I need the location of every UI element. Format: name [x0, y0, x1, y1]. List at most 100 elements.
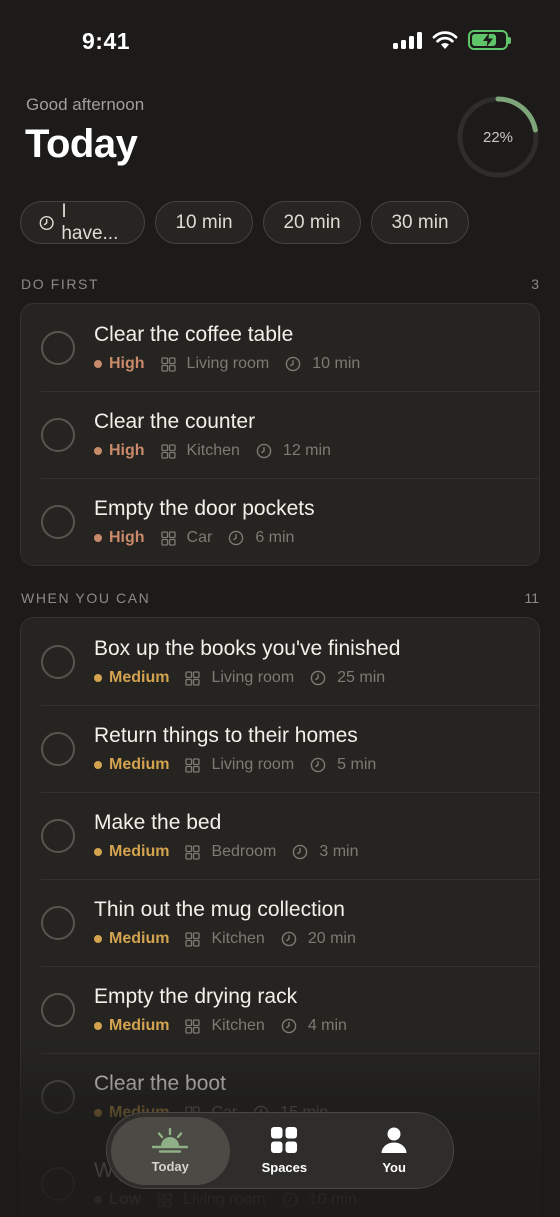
task-priority: Medium: [109, 930, 170, 947]
room-icon: [157, 1192, 172, 1208]
priority-dot-icon: [94, 761, 102, 769]
priority-dot-icon: [94, 1196, 102, 1204]
task-duration: 25 min: [337, 669, 386, 686]
task-room: Car: [186, 529, 213, 546]
room-icon: [185, 670, 201, 686]
task-meta: High Living room 10 min: [94, 355, 360, 373]
tab-label: Spaces: [261, 1160, 308, 1175]
task-room: Living room: [211, 669, 295, 686]
task-duration: 4 min: [307, 1017, 347, 1034]
task-row[interactable]: Clear the coffee table High Living room 10 …: [21, 304, 539, 391]
priority-dot-icon: [94, 360, 102, 368]
task-checkbox[interactable]: [41, 1080, 75, 1114]
task-meta: Medium Living room 5 min: [94, 756, 376, 774]
task-title: Clear the boot: [94, 1072, 226, 1095]
clock-icon: [310, 757, 326, 773]
clock-icon: [281, 1018, 297, 1034]
task-meta: Medium Kitchen 4 min: [94, 1017, 347, 1035]
task-room: Living room: [186, 355, 270, 372]
tab-label: Today: [151, 1159, 189, 1174]
battery-charging-icon: [468, 30, 511, 50]
task-row[interactable]: Make the bed Medium Bedroom 3 min: [21, 792, 539, 879]
section-label: DO FIRST: [21, 276, 100, 292]
tab-label: You: [382, 1160, 406, 1175]
tab-you[interactable]: You: [339, 1117, 449, 1185]
task-checkbox[interactable]: [41, 418, 75, 452]
task-checkbox[interactable]: [41, 993, 75, 1027]
room-icon: [185, 844, 201, 860]
task-duration: 10 min: [308, 1191, 357, 1208]
section-header-do-first: DO FIRST 3: [21, 276, 539, 292]
progress-label: 22%: [482, 128, 514, 146]
clock-icon: [256, 443, 272, 459]
time-available-chip[interactable]: I have...: [20, 201, 145, 244]
task-row[interactable]: Box up the books you've finished Medium Li…: [21, 618, 539, 705]
task-title: Empty the door pockets: [94, 497, 315, 520]
task-duration: 12 min: [282, 442, 331, 459]
task-checkbox[interactable]: [41, 505, 75, 539]
task-checkbox[interactable]: [41, 819, 75, 853]
room-icon: [160, 530, 176, 546]
task-room: Kitchen: [186, 442, 240, 459]
task-meta: Medium Kitchen 20 min: [94, 930, 356, 948]
task-title: Empty the drying rack: [94, 985, 298, 1008]
clock-icon: [228, 530, 244, 546]
task-priority: High: [109, 529, 145, 546]
task-checkbox[interactable]: [41, 331, 75, 365]
task-row[interactable]: Empty the drying rack Medium Kitchen 4 min: [21, 966, 539, 1053]
room-icon: [160, 443, 176, 459]
task-room: Kitchen: [211, 1017, 265, 1034]
task-checkbox[interactable]: [41, 1167, 75, 1201]
task-row[interactable]: Return things to their homes Medium Living…: [21, 705, 539, 792]
priority-dot-icon: [94, 447, 102, 455]
clock-icon: [39, 215, 54, 230]
task-duration: 6 min: [255, 529, 295, 546]
task-priority: Medium: [109, 669, 170, 686]
task-meta: Low Living room 10 min: [94, 1191, 357, 1209]
clock-icon: [285, 356, 301, 372]
task-duration: 3 min: [319, 843, 359, 860]
priority-dot-icon: [94, 534, 102, 542]
room-icon: [185, 931, 201, 947]
time-chip-10[interactable]: 10 min: [155, 201, 253, 244]
task-meta: High Car 6 min: [94, 529, 294, 547]
clock-icon: [282, 1192, 298, 1208]
task-meta: Medium Bedroom 3 min: [94, 843, 359, 861]
time-chip-20[interactable]: 20 min: [263, 201, 361, 244]
tab-today[interactable]: Today: [111, 1116, 230, 1185]
clock-icon: [310, 670, 326, 686]
task-room: Kitchen: [211, 930, 265, 947]
task-title: Clear the coffee table: [94, 323, 294, 346]
wifi-icon: [432, 30, 458, 49]
status-time: 9:41: [82, 28, 131, 54]
time-chip-30[interactable]: 30 min: [371, 201, 469, 244]
person-icon: [381, 1127, 407, 1153]
room-icon: [160, 356, 176, 372]
task-priority: Medium: [109, 756, 170, 773]
task-row[interactable]: Clear the counter High Kitchen 12 min: [21, 391, 539, 478]
task-duration: 20 min: [307, 930, 356, 947]
task-checkbox[interactable]: [41, 732, 75, 766]
task-priority: Medium: [109, 1017, 170, 1034]
status-icons: [393, 30, 511, 50]
priority-dot-icon: [94, 848, 102, 856]
task-priority: High: [109, 442, 145, 459]
task-priority: High: [109, 355, 145, 372]
task-row[interactable]: Empty the door pockets High Car 6 min: [21, 478, 539, 565]
task-duration: 5 min: [337, 756, 377, 773]
priority-dot-icon: [94, 935, 102, 943]
task-checkbox[interactable]: [41, 645, 75, 679]
section-count: 3: [531, 276, 539, 292]
clock-icon: [281, 931, 297, 947]
task-priority: Medium: [109, 843, 170, 860]
task-row[interactable]: Thin out the mug collection Medium Kitchen…: [21, 879, 539, 966]
grid-icon: [271, 1127, 298, 1153]
task-checkbox[interactable]: [41, 906, 75, 940]
section-label: WHEN YOU CAN: [21, 590, 151, 606]
clock-icon: [292, 844, 308, 860]
task-room: Living room: [211, 756, 295, 773]
priority-dot-icon: [94, 674, 102, 682]
tab-spaces[interactable]: Spaces: [230, 1117, 340, 1185]
priority-dot-icon: [94, 1109, 102, 1117]
priority-dot-icon: [94, 1022, 102, 1030]
